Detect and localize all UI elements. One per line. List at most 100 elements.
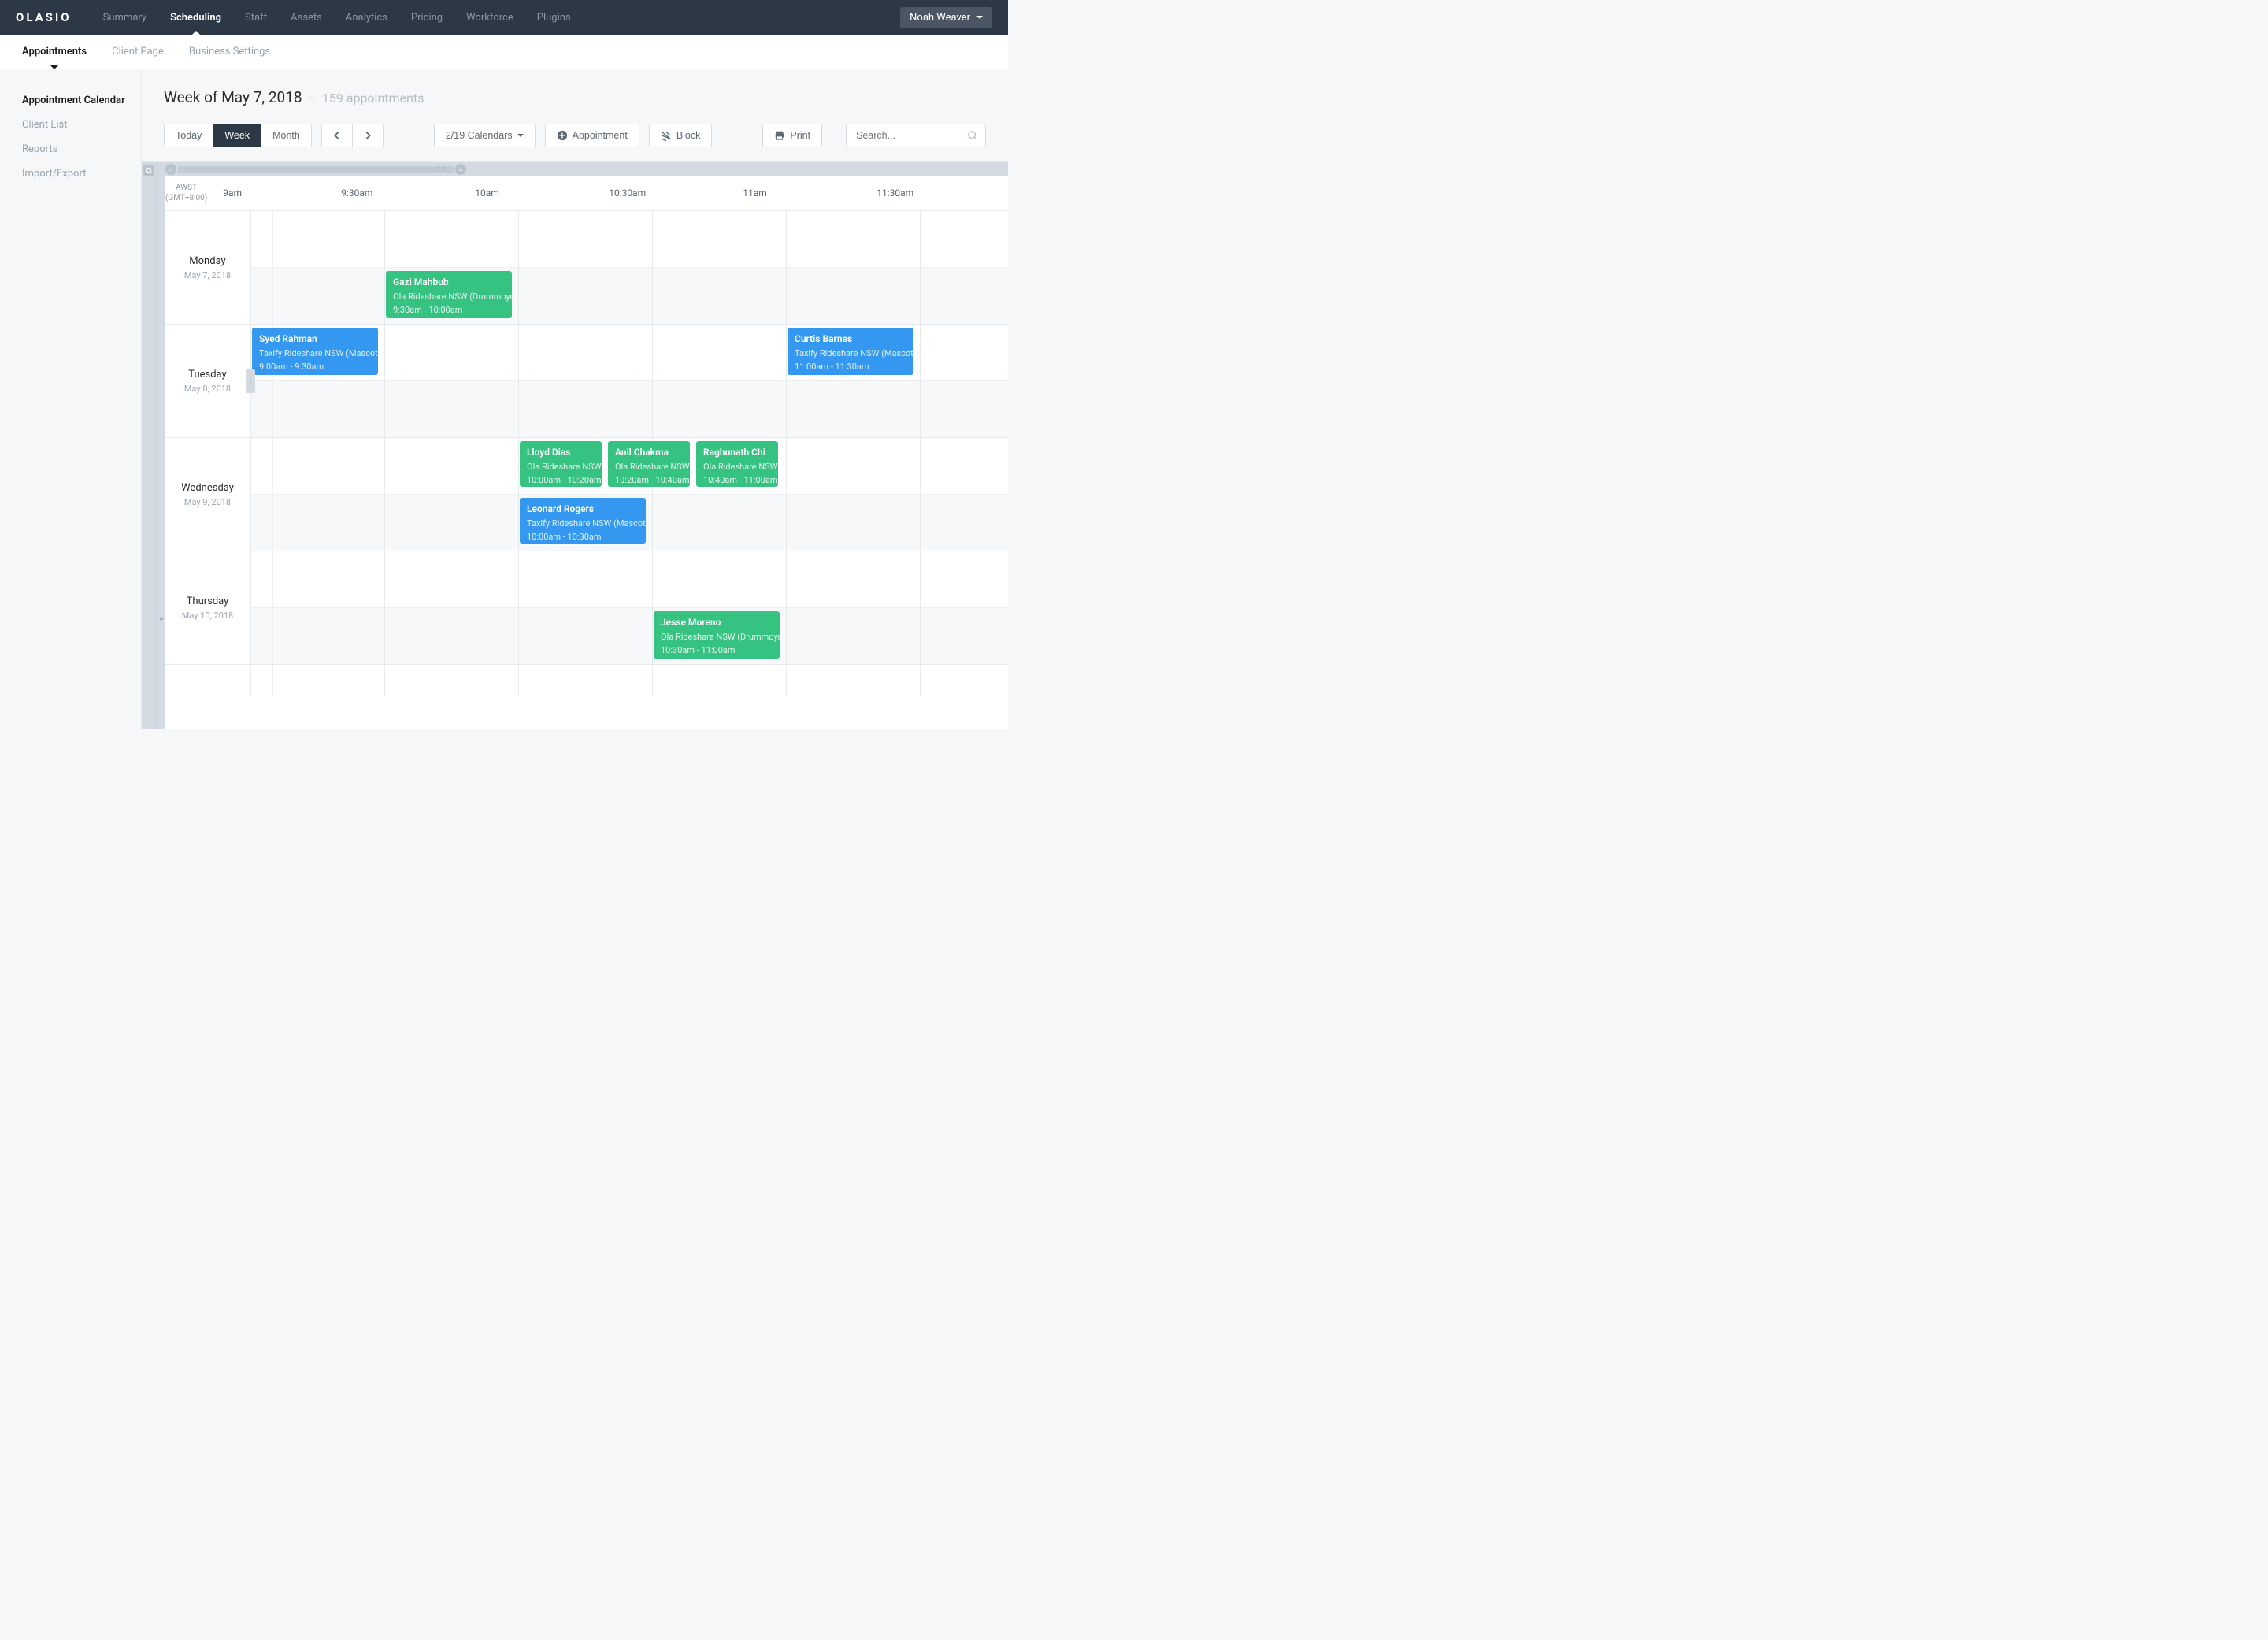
subnav-appointments[interactable]: Appointments: [22, 35, 87, 69]
add-block-button[interactable]: Block: [649, 124, 713, 147]
nav-pricing[interactable]: Pricing: [411, 1, 443, 35]
event-location: Ola Rideshare NSW (Drummoyne): [393, 291, 505, 302]
event-time: 10:40am - 11:00am: [703, 474, 771, 486]
horizontal-ruler: ‹› ‹›: [165, 162, 1008, 176]
event-time: 10:30am - 11:00am: [661, 644, 773, 656]
day-row-monday: Monday May 7, 2018: [165, 211, 1008, 325]
calendars-label: 2/19 Calendars: [446, 130, 513, 141]
event-location: Ola Rideshare NSW: [703, 461, 771, 473]
day-date: May 8, 2018: [184, 384, 231, 394]
calendar-event[interactable]: Syed Rahman Taxify Rideshare NSW (Mascot…: [252, 328, 378, 375]
add-appointment-button[interactable]: Appointment: [545, 124, 639, 147]
page-title: Week of May 7, 2018: [164, 88, 302, 106]
time-col: 11am: [743, 176, 876, 210]
event-location: Ola Rideshare NSW (Drummoyne): [661, 631, 773, 643]
appointment-count: 159 appointments: [322, 91, 424, 106]
top-nav: OLASIO Summary Scheduling Staff Assets A…: [0, 0, 1008, 35]
ruler-thumb[interactable]: [178, 166, 454, 173]
search-input[interactable]: [846, 124, 986, 147]
event-time: 10:20am - 10:40am: [615, 474, 683, 486]
sidebar-reports[interactable]: Reports: [22, 137, 141, 161]
time-col: 10:30am: [609, 176, 743, 210]
event-location: Ola Rideshare NSW: [615, 461, 683, 473]
day-name: Monday: [189, 255, 225, 267]
print-button[interactable]: Print: [762, 124, 822, 147]
event-location: Ola Rideshare NSW: [527, 461, 595, 473]
calendar: ‹› ‹› AWST (GMT+8:00) 9am 9:30am 10am 10…: [142, 161, 1008, 729]
day-name: Wednesday: [181, 482, 234, 494]
ruler-left-handle[interactable]: ‹›: [165, 164, 176, 175]
today-button[interactable]: Today: [165, 124, 213, 147]
month-button[interactable]: Month: [261, 124, 311, 147]
nav-staff[interactable]: Staff: [245, 1, 267, 35]
time-header: AWST (GMT+8:00) 9am 9:30am 10am 10:30am …: [165, 176, 1008, 211]
day-name: Tuesday: [188, 369, 226, 380]
calendar-grid: Monday May 7, 2018: [165, 211, 1008, 729]
nav-assets[interactable]: Assets: [291, 1, 322, 35]
vertical-scrollbar[interactable]: [156, 162, 165, 729]
timezone-label: AWST (GMT+8:00): [165, 176, 207, 210]
event-name: Gazi Mahbub: [393, 276, 505, 289]
calendar-event[interactable]: Leonard Rogers Taxify Rideshare NSW (Mas…: [520, 498, 646, 544]
topnav-items: Summary Scheduling Staff Assets Analytic…: [103, 1, 900, 35]
time-col: 9:30am: [341, 176, 475, 210]
zoom-icon[interactable]: [143, 165, 154, 176]
day-row-partial: [165, 665, 1008, 696]
week-button[interactable]: Week: [213, 124, 261, 147]
sidebar: Appointment Calendar Client List Reports…: [0, 69, 142, 729]
view-range-group: Today Week Month: [164, 124, 312, 147]
event-name: Anil Chakma: [615, 447, 683, 459]
nav-arrows-group: [321, 124, 384, 147]
day-date: May 7, 2018: [184, 270, 231, 280]
subnav-business-settings[interactable]: Business Settings: [189, 35, 270, 69]
event-time: 9:30am - 10:00am: [393, 304, 505, 316]
search-box: [846, 124, 986, 147]
event-location: Taxify Rideshare NSW (Mascot): [527, 518, 639, 529]
nav-workforce[interactable]: Workforce: [466, 1, 513, 35]
calendar-event[interactable]: Lloyd Dias Ola Rideshare NSW 10:00am - 1…: [520, 441, 602, 487]
calendar-event[interactable]: Gazi Mahbub Ola Rideshare NSW (Drummoyne…: [386, 271, 512, 318]
subnav-client-page[interactable]: Client Page: [112, 35, 164, 69]
sub-nav: Appointments Client Page Business Settin…: [0, 35, 1008, 69]
print-icon: [774, 130, 785, 141]
calendar-event[interactable]: Raghunath Chi Ola Rideshare NSW 10:40am …: [696, 441, 778, 487]
nav-plugins[interactable]: Plugins: [537, 1, 571, 35]
block-icon: [661, 130, 672, 141]
scroll-down-icon[interactable]: [158, 615, 165, 623]
nav-analytics[interactable]: Analytics: [346, 1, 387, 35]
sidebar-import-export[interactable]: Import/Export: [22, 161, 141, 186]
event-time: 10:00am - 10:20am: [527, 474, 595, 486]
calendar-event[interactable]: Anil Chakma Ola Rideshare NSW 10:20am - …: [608, 441, 690, 487]
user-name: Noah Weaver: [910, 12, 970, 24]
day-row-wednesday: Wednesday May 9, 2018: [165, 438, 1008, 551]
day-date: May 10, 2018: [182, 610, 233, 621]
block-label: Block: [676, 130, 701, 141]
brand-logo: OLASIO: [16, 10, 72, 24]
row-expand-handle[interactable]: ⋮: [246, 369, 255, 393]
event-name: Jesse Moreno: [661, 617, 773, 629]
event-time: 10:00am - 10:30am: [527, 531, 639, 543]
toolbar: Today Week Month 2/19 Calendars Appointm…: [164, 124, 986, 147]
calendar-left-gutter: [142, 162, 156, 729]
appointment-label: Appointment: [573, 130, 628, 141]
day-row-thursday: Thursday May 10, 2018: [165, 551, 1008, 665]
sidebar-client-list[interactable]: Client List: [22, 113, 141, 137]
chevron-left-icon: [332, 130, 343, 141]
user-menu[interactable]: Noah Weaver: [900, 7, 992, 28]
prev-button[interactable]: [322, 124, 353, 147]
calendar-event[interactable]: Curtis Barnes Taxify Rideshare NSW (Masc…: [788, 328, 914, 375]
next-button[interactable]: [353, 124, 383, 147]
event-name: Lloyd Dias: [527, 447, 595, 459]
ruler-right-handle[interactable]: ‹›: [455, 164, 466, 175]
day-date: May 9, 2018: [184, 497, 231, 507]
caret-down-icon: [976, 16, 983, 19]
nav-summary[interactable]: Summary: [103, 1, 146, 35]
event-time: 11:00am - 11:30am: [795, 361, 906, 373]
sidebar-appointment-calendar[interactable]: Appointment Calendar: [22, 88, 141, 113]
event-name: Syed Rahman: [259, 333, 371, 346]
calendar-event[interactable]: Jesse Moreno Ola Rideshare NSW (Drummoyn…: [654, 611, 780, 659]
calendars-dropdown[interactable]: 2/19 Calendars: [434, 124, 536, 147]
day-name: Thursday: [187, 596, 229, 607]
event-name: Curtis Barnes: [795, 333, 906, 346]
nav-scheduling[interactable]: Scheduling: [170, 1, 221, 35]
